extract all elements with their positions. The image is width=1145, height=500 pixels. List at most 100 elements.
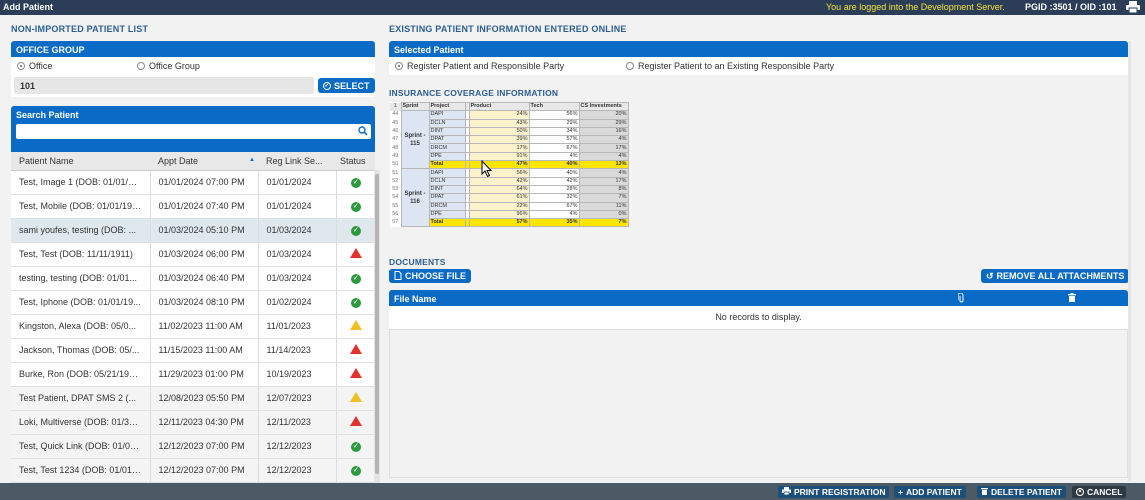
patient-reg-cell: 11/14/2023	[258, 338, 337, 363]
ins-row-number: 52	[390, 177, 401, 186]
file-icon	[394, 270, 402, 282]
ins-product-cell: 17%	[468, 143, 530, 153]
col-reg-link[interactable]: Reg Link Se...	[258, 152, 336, 171]
selected-patient-header: Selected Patient	[389, 41, 1128, 57]
sort-asc-icon: ▲	[249, 157, 255, 163]
status-error-icon	[349, 368, 362, 378]
patient-appt-cell: 11/29/2023 01:00 PM	[150, 362, 259, 387]
col-status[interactable]: Status	[336, 152, 375, 171]
scrollbar-thumb[interactable]	[375, 174, 379, 474]
patient-name-cell: Test, Iphone (DOB: 01/01/19...	[11, 290, 151, 315]
patient-appt-cell: 12/11/2023 04:30 PM	[150, 410, 259, 435]
patient-row[interactable]: Loki, Multiverse (DOB: 01/31... 12/11/202…	[11, 410, 375, 435]
radio-register-both-dot[interactable]	[395, 62, 403, 70]
patient-name-cell: Burke, Ron (DOB: 05/21/1991)	[11, 362, 151, 387]
patient-status-cell	[336, 410, 375, 435]
radio-office[interactable]: Office	[17, 61, 52, 71]
patient-reg-cell: 01/03/2024	[258, 218, 337, 243]
ins-product-cell: 96%	[468, 209, 530, 220]
mouse-cursor-icon	[481, 159, 493, 180]
col-appt-date[interactable]: Appt Date ▲	[150, 152, 258, 171]
cancel-button[interactable]: × CANCEL	[1072, 486, 1127, 498]
ins-project-cell: DPAT	[428, 193, 466, 203]
patient-appt-cell: 12/08/2023 05:50 PM	[150, 386, 259, 411]
documents-grid-body	[389, 330, 1128, 478]
search-input[interactable]	[16, 124, 371, 139]
ins-tech-cell: 4%	[528, 209, 580, 220]
patient-row[interactable]: sami youfes, testing (DOB: ... 01/03/2024…	[11, 218, 375, 243]
ins-cs-cell: 7%	[578, 193, 629, 203]
ins-product-cell: 39%	[468, 135, 530, 145]
col-file-name[interactable]: File Name	[394, 294, 437, 304]
remove-all-attachments-button[interactable]: ↺ REMOVE ALL ATTACHMENTS	[981, 269, 1130, 283]
ins-product-cell: 50%	[468, 126, 530, 137]
patient-row[interactable]: Test, Test 1234 (DOB: 01/01/... 12/12/202…	[11, 458, 375, 483]
patient-row[interactable]: Test, Test (DOB: 11/11/1911) 01/03/2024 0…	[11, 242, 375, 267]
patient-status-cell	[336, 386, 375, 411]
printer-icon[interactable]	[1126, 1, 1140, 14]
patient-appt-cell: 01/03/2024 05:10 PM	[150, 218, 259, 243]
patient-row[interactable]: Burke, Ron (DOB: 05/21/1991) 11/29/2023 0…	[11, 362, 375, 387]
ins-tech-cell: 4%	[528, 151, 580, 162]
ins-total-tech: 40%	[528, 160, 580, 170]
ins-col-product: Product	[468, 101, 530, 112]
col-patient-name[interactable]: Patient Name	[11, 152, 150, 171]
patient-name-cell: Test, Test (DOB: 11/11/1911)	[11, 242, 151, 267]
patient-table-header: Patient Name Appt Date ▲ Reg Link Se... S…	[11, 152, 375, 171]
patient-row[interactable]: Test, Iphone (DOB: 01/01/19... 01/03/2024…	[11, 290, 375, 315]
radio-office-group-label: Office Group	[149, 61, 200, 71]
cancel-label: CANCEL	[1087, 487, 1123, 497]
ins-tech-cell: 29%	[528, 118, 580, 128]
ins-cs-cell: 4%	[578, 151, 629, 162]
print-registration-button[interactable]: PRINT REGISTRATION	[778, 486, 890, 498]
patient-row[interactable]: Test, Image 1 (DOB: 01/01/19... 01/01/202…	[11, 170, 375, 195]
ins-row-number: 44	[390, 110, 401, 120]
add-patient-button[interactable]: + ADD PATIENT	[894, 486, 966, 498]
patient-reg-cell: 11/01/2023	[258, 314, 337, 339]
patient-name-cell: Test, Test 1234 (DOB: 01/01/...	[11, 458, 151, 483]
right-panel-scrollbar[interactable]	[1128, 41, 1131, 481]
office-field[interactable]: 101	[14, 77, 314, 94]
patient-status-cell	[336, 338, 375, 363]
delete-patient-button[interactable]: DELETE PATIENT	[977, 486, 1066, 498]
ins-product-cell: 61%	[468, 193, 530, 203]
radio-office-label: Office	[29, 61, 53, 71]
patient-row[interactable]: Test, Mobile (DOB: 01/01/199... 01/01/202…	[11, 194, 375, 219]
patient-reg-cell: 12/07/2023	[258, 386, 337, 411]
ins-row-number: 47	[390, 135, 401, 144]
radio-office-group[interactable]: Office Group	[137, 61, 200, 71]
radio-register-both-label: Register Patient and Responsible Party	[407, 61, 565, 71]
ins-cs-cell: 4%	[578, 168, 629, 178]
ins-row-number: 56	[390, 210, 401, 219]
ins-product-cell: 22%	[468, 201, 530, 211]
radio-office-group-dot[interactable]	[137, 62, 145, 70]
patient-row[interactable]: Kingston, Alexa (DOB: 05/0... 11/02/2023 …	[11, 314, 375, 339]
ins-total-tech: 35%	[528, 218, 580, 228]
radio-register-both[interactable]: Register Patient and Responsible Party	[395, 61, 564, 71]
patient-status-cell	[336, 362, 375, 387]
insurance-header-row: 1 Sprint Project Product Tech CS Investments	[390, 101, 629, 112]
ins-project-cell: DCLN	[428, 176, 466, 186]
ins-product-cell: 43%	[468, 118, 530, 128]
ins-product-cell: 56%	[468, 168, 530, 178]
patient-appt-cell: 12/12/2023 07:00 PM	[150, 458, 259, 483]
patient-name-cell: Test Patient, DPAT SMS 2 (...	[11, 386, 151, 411]
patient-list-scrollbar[interactable]	[374, 170, 380, 483]
patient-row[interactable]: Jackson, Thomas (DOB: 05/... 11/15/2023 1…	[11, 338, 375, 363]
select-button[interactable]: ✓ SELECT	[318, 78, 375, 93]
patient-row[interactable]: testing, testing (DOB: 01/01... 01/03/202…	[11, 266, 375, 291]
ins-total-label: Total	[428, 160, 466, 170]
delete-patient-label: DELETE PATIENT	[991, 487, 1062, 497]
search-icon[interactable]	[358, 126, 368, 138]
patient-reg-cell: 01/01/2024	[258, 170, 337, 195]
patient-row[interactable]: Test, Quick Link (DOB: 01/01... 12/12/202…	[11, 434, 375, 459]
choose-file-button[interactable]: CHOOSE FILE	[389, 269, 472, 283]
radio-register-existing-dot[interactable]	[626, 62, 634, 70]
ins-col-tech: Tech	[528, 101, 580, 112]
window-title: Add Patient	[3, 2, 54, 12]
radio-register-existing[interactable]: Register Patient to an Existing Responsi…	[626, 61, 834, 71]
patient-row[interactable]: Test Patient, DPAT SMS 2 (... 12/08/2023 …	[11, 386, 375, 411]
no-records-message: No records to display.	[715, 312, 802, 322]
patient-status-cell: ✓	[336, 266, 375, 291]
radio-office-dot[interactable]	[17, 62, 25, 70]
